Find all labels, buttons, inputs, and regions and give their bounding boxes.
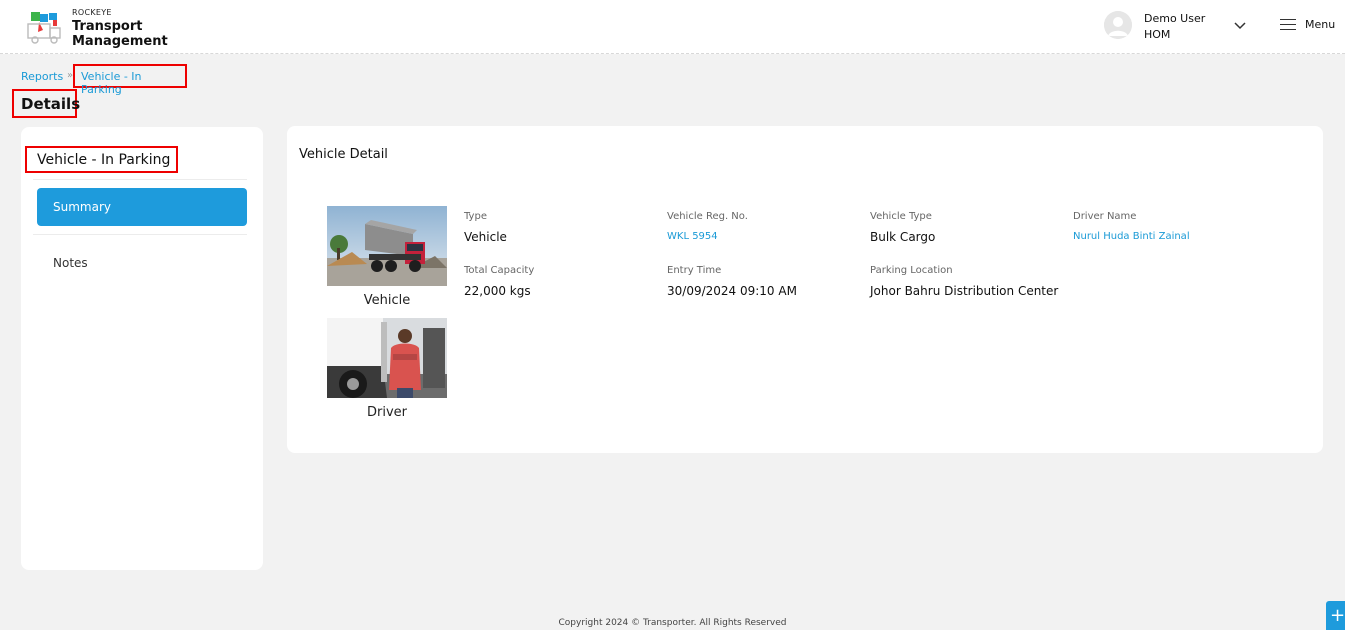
user-avatar-icon[interactable] — [1104, 11, 1132, 39]
photo-caption-vehicle: Vehicle — [363, 293, 411, 308]
entry-time-label: Entry Time — [667, 265, 722, 276]
type-label: Type — [464, 211, 487, 222]
total-capacity-value: 22,000 kgs — [464, 284, 531, 298]
user-name: Demo User — [1144, 12, 1206, 25]
driver-name-label: Driver Name — [1073, 211, 1137, 222]
breadcrumb-reports[interactable]: Reports — [21, 70, 63, 83]
user-info[interactable]: Demo User HOM — [1144, 11, 1205, 43]
sidebar-title: Vehicle - In Parking — [25, 146, 178, 173]
driver-photo[interactable] — [327, 318, 447, 398]
brand-line-2: Management — [72, 34, 168, 49]
brand-small-text: ROCKEYE — [72, 8, 112, 17]
driver-name-link[interactable]: Nurul Huda Binti Zainal — [1073, 231, 1190, 242]
menu-label: Menu — [1305, 18, 1336, 31]
vehicle-detail-card: Vehicle Detail Vehicle Driver Type Vehic… — [287, 126, 1323, 453]
user-code: HOM — [1144, 28, 1171, 41]
vehicle-type-label: Vehicle Type — [870, 211, 932, 222]
entry-time-value: 30/09/2024 09:10 AM — [667, 284, 797, 298]
type-value: Vehicle — [464, 230, 507, 244]
chevron-down-icon[interactable] — [1232, 18, 1248, 34]
brand-line-1: Transport — [72, 19, 143, 34]
vehicle-type-value: Bulk Cargo — [870, 230, 936, 244]
sidebar-card: Vehicle - In Parking Summary Notes — [21, 127, 263, 570]
parking-location-label: Parking Location — [870, 265, 953, 276]
reg-no-label: Vehicle Reg. No. — [667, 211, 748, 222]
hamburger-icon — [1280, 18, 1296, 31]
section-title: Vehicle Detail — [299, 147, 388, 162]
menu-button[interactable]: Menu — [1280, 18, 1335, 31]
top-header: ROCKEYE Transport Management Demo User H… — [0, 0, 1345, 54]
app-logo-icon[interactable] — [25, 10, 65, 46]
sidebar-divider — [33, 179, 247, 180]
sidebar-item-summary[interactable]: Summary — [37, 188, 247, 226]
add-icon[interactable]: + — [1326, 601, 1345, 630]
parking-location-value: Johor Bahru Distribution Center — [870, 284, 1059, 298]
page-title: Details — [12, 89, 80, 118]
footer-copyright: Copyright 2024 © Transporter. All Rights… — [558, 618, 787, 628]
sidebar-item-notes[interactable]: Notes — [53, 256, 88, 270]
sidebar-divider — [33, 234, 247, 235]
dump-truck-photo[interactable] — [327, 206, 447, 286]
brand-name: ROCKEYE Transport Management — [72, 8, 168, 50]
photo-caption-driver: Driver — [366, 405, 407, 420]
reg-no-link[interactable]: WKL 5954 — [667, 231, 718, 242]
breadcrumb-current[interactable]: Vehicle - In Parking — [73, 64, 187, 96]
total-capacity-label: Total Capacity — [464, 265, 535, 276]
